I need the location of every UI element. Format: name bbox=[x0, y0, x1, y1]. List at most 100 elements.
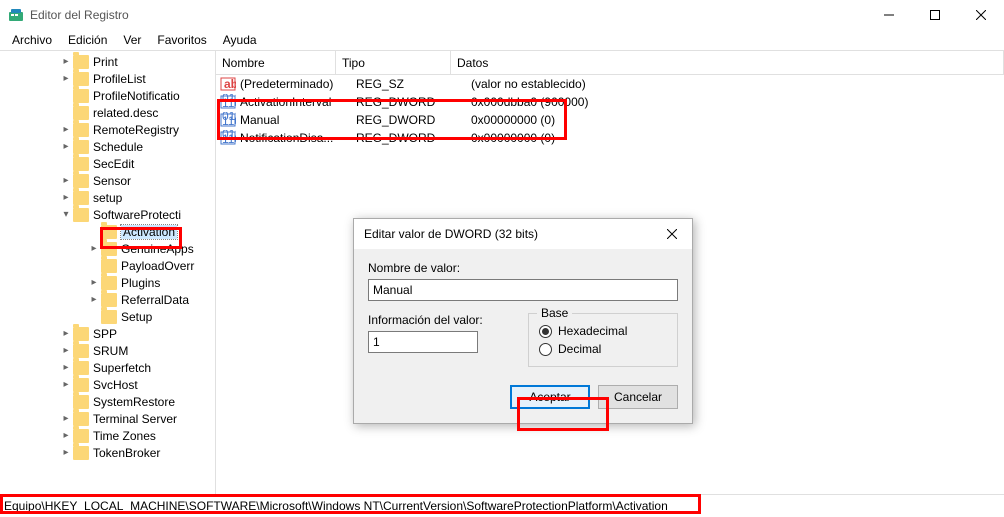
tree-item[interactable]: ▸Plugins bbox=[0, 274, 215, 291]
tree-item[interactable]: ▸ TokenBroker bbox=[0, 444, 215, 461]
dialog-close-button[interactable] bbox=[652, 219, 692, 249]
dialog-title-bar: Editar valor de DWORD (32 bits) bbox=[354, 219, 692, 249]
chevron-right-icon[interactable]: ▸ bbox=[60, 379, 72, 390]
tree-item[interactable]: ▾SoftwareProtecti bbox=[0, 206, 215, 223]
maximize-button[interactable] bbox=[912, 0, 958, 29]
folder-icon bbox=[73, 395, 89, 409]
tree-item-label: Print bbox=[93, 55, 118, 69]
tree-item[interactable]: related.desc bbox=[0, 104, 215, 121]
chevron-right-icon[interactable]: ▸ bbox=[60, 413, 72, 424]
cell-name: Manual bbox=[240, 113, 356, 127]
tree-item[interactable]: ▸Sensor bbox=[0, 172, 215, 189]
chevron-right-icon[interactable]: ▸ bbox=[60, 362, 72, 373]
base-legend: Base bbox=[537, 306, 572, 320]
list-row[interactable]: 011110ActivationIntervalREG_DWORD0x000db… bbox=[216, 93, 1004, 111]
tree-item[interactable]: Activation bbox=[0, 223, 215, 240]
folder-icon bbox=[73, 412, 89, 426]
value-data-label: Información del valor: bbox=[368, 313, 512, 327]
list-row[interactable]: ab(Predeterminado)REG_SZ(valor no establ… bbox=[216, 75, 1004, 93]
tree-item[interactable]: ▸Time Zones bbox=[0, 427, 215, 444]
radio-icon bbox=[539, 325, 552, 338]
tree-item[interactable]: ▸SPP bbox=[0, 325, 215, 342]
cell-name: (Predeterminado) bbox=[240, 77, 356, 91]
chevron-right-icon[interactable]: ▸ bbox=[60, 447, 72, 458]
tree-item[interactable]: ▸SvcHost bbox=[0, 376, 215, 393]
folder-icon bbox=[73, 55, 89, 69]
regedit-icon bbox=[8, 7, 24, 23]
chevron-right-icon[interactable]: ▸ bbox=[60, 328, 72, 339]
chevron-right-icon[interactable]: ▸ bbox=[60, 56, 72, 67]
tree-item[interactable]: ▸ SRUM bbox=[0, 342, 215, 359]
binary-value-icon: 011110 bbox=[220, 112, 236, 128]
list-row[interactable]: 011110NotificationDisa...REG_DWORD0x0000… bbox=[216, 129, 1004, 147]
menu-file[interactable]: Archivo bbox=[4, 31, 60, 49]
tree-item-label: SRUM bbox=[93, 344, 128, 358]
tree-item[interactable]: ▸GenuineApps bbox=[0, 240, 215, 257]
folder-icon bbox=[101, 225, 117, 239]
ok-button[interactable]: Aceptar bbox=[510, 385, 590, 409]
cell-data: (valor no establecido) bbox=[471, 77, 1004, 91]
chevron-right-icon[interactable]: ▸ bbox=[60, 430, 72, 441]
tree-item-label: ReferralData bbox=[121, 293, 189, 307]
tree-item[interactable]: ▸ Schedule bbox=[0, 138, 215, 155]
tree-item[interactable]: SystemRestore bbox=[0, 393, 215, 410]
col-type[interactable]: Tipo bbox=[336, 51, 451, 74]
value-data-field[interactable] bbox=[368, 331, 478, 353]
cell-type: REG_DWORD bbox=[356, 113, 471, 127]
chevron-down-icon[interactable]: ▾ bbox=[60, 209, 72, 220]
menu-help[interactable]: Ayuda bbox=[215, 31, 265, 49]
tree-item[interactable]: ▸ ProfileList bbox=[0, 70, 215, 87]
chevron-right-icon[interactable]: ▸ bbox=[60, 73, 72, 84]
chevron-right-icon[interactable]: ▸ bbox=[88, 243, 100, 254]
tree-item[interactable]: SecEdit bbox=[0, 155, 215, 172]
cell-data: 0x00000000 (0) bbox=[471, 113, 1004, 127]
col-name[interactable]: Nombre bbox=[216, 51, 336, 74]
tree-item[interactable]: ▸ Terminal Server bbox=[0, 410, 215, 427]
folder-icon bbox=[73, 446, 89, 460]
folder-icon bbox=[101, 242, 117, 256]
chevron-right-icon[interactable]: ▸ bbox=[60, 141, 72, 152]
tree-pane[interactable]: ▸ Print ▸ ProfileListProfileNotificatiorela… bbox=[0, 51, 215, 494]
menu-favorites[interactable]: Favoritos bbox=[149, 31, 214, 49]
dialog-title: Editar valor de DWORD (32 bits) bbox=[364, 227, 652, 241]
folder-icon bbox=[73, 208, 89, 222]
chevron-right-icon[interactable]: ▸ bbox=[60, 192, 72, 203]
tree-item[interactable]: ▸ Print bbox=[0, 53, 215, 70]
col-data[interactable]: Datos bbox=[451, 51, 1004, 74]
tree-item[interactable]: PayloadOverr bbox=[0, 257, 215, 274]
radio-hexadecimal[interactable]: Hexadecimal bbox=[539, 324, 667, 338]
chevron-right-icon[interactable]: ▸ bbox=[60, 345, 72, 356]
tree-item[interactable]: ▸setup bbox=[0, 189, 215, 206]
list-row[interactable]: 011110 ManualREG_DWORD0x00000000 (0) bbox=[216, 111, 1004, 129]
chevron-right-icon[interactable]: ▸ bbox=[88, 277, 100, 288]
menu-edit[interactable]: Edición bbox=[60, 31, 115, 49]
cell-data: 0x00000000 (0) bbox=[471, 131, 1004, 145]
tree-item[interactable]: ▸Superfetch bbox=[0, 359, 215, 376]
folder-icon bbox=[73, 174, 89, 188]
chevron-right-icon[interactable]: ▸ bbox=[60, 124, 72, 135]
tree-item-label: Terminal Server bbox=[93, 412, 177, 426]
menu-view[interactable]: Ver bbox=[115, 31, 149, 49]
close-button[interactable] bbox=[958, 0, 1004, 29]
radio-decimal[interactable]: Decimal bbox=[539, 342, 667, 356]
folder-icon bbox=[73, 361, 89, 375]
chevron-right-icon[interactable]: ▸ bbox=[88, 294, 100, 305]
svg-text:ab: ab bbox=[224, 77, 236, 91]
tree-item-label: Activation bbox=[121, 225, 177, 239]
tree-item[interactable]: Setup bbox=[0, 308, 215, 325]
chevron-right-icon[interactable]: ▸ bbox=[60, 175, 72, 186]
value-name-field[interactable] bbox=[368, 279, 678, 301]
tree-item-label: Setup bbox=[121, 310, 152, 324]
folder-icon bbox=[73, 429, 89, 443]
tree-item-label: TokenBroker bbox=[93, 446, 160, 460]
cancel-button[interactable]: Cancelar bbox=[598, 385, 678, 409]
tree-item[interactable]: ProfileNotificatio bbox=[0, 87, 215, 104]
folder-icon bbox=[73, 72, 89, 86]
tree-item[interactable]: ▸ ReferralData bbox=[0, 291, 215, 308]
folder-icon bbox=[73, 327, 89, 341]
minimize-button[interactable] bbox=[866, 0, 912, 29]
tree-item-label: PayloadOverr bbox=[121, 259, 194, 273]
tree-item-label: Schedule bbox=[93, 140, 143, 154]
tree-item[interactable]: ▸RemoteRegistry bbox=[0, 121, 215, 138]
tree-item-label: ProfileList bbox=[93, 72, 146, 86]
